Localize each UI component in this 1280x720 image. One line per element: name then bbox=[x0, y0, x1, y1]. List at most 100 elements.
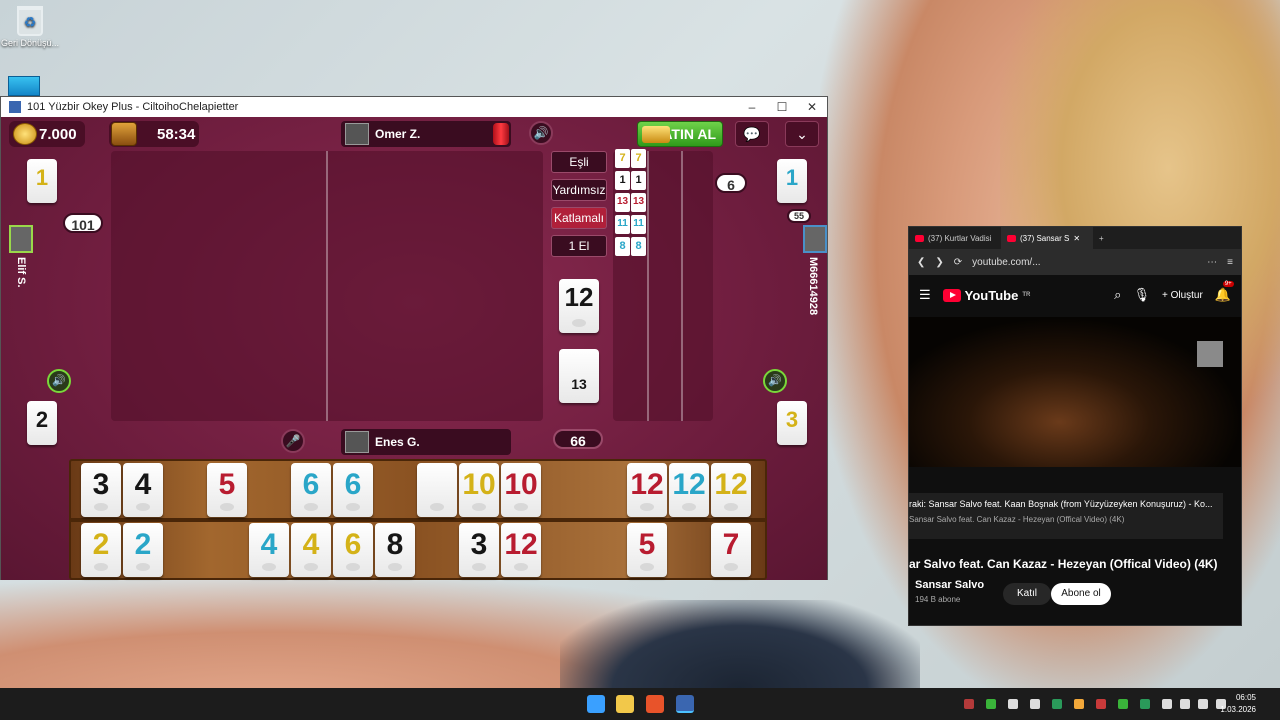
tile-value: 10 bbox=[462, 468, 496, 501]
playlist-up-next[interactable]: raki: Sansar Salvo feat. Kaan Boşnak (fr… bbox=[909, 493, 1223, 539]
rack-bottom-tile[interactable]: 4 bbox=[249, 523, 289, 577]
chat-button[interactable]: 💬 bbox=[735, 121, 769, 147]
left-player-avatar[interactable] bbox=[9, 225, 33, 253]
rack-top-tile[interactable]: 12 bbox=[711, 463, 751, 517]
sound-toggle-button[interactable]: 🔊 bbox=[529, 121, 553, 145]
back-icon[interactable]: ❮ bbox=[917, 257, 925, 268]
gold-bars-icon bbox=[642, 126, 670, 143]
tile-dot bbox=[430, 503, 444, 511]
tray-app-icon[interactable] bbox=[1030, 699, 1040, 709]
rack-top-tile[interactable]: 12 bbox=[669, 463, 709, 517]
microphone-icon[interactable]: 🎙 bbox=[1133, 287, 1150, 303]
microphone-button[interactable]: 🎤 bbox=[281, 429, 305, 453]
tray-app-icon[interactable] bbox=[1096, 699, 1106, 709]
rack-bottom-tile[interactable]: 8 bbox=[375, 523, 415, 577]
game-timer: 58:34 bbox=[109, 121, 199, 147]
mini-tile: 1 bbox=[615, 171, 630, 190]
rack-top-tile[interactable]: 4 bbox=[123, 463, 163, 517]
tile-dot bbox=[136, 563, 150, 571]
tray-app-icon[interactable] bbox=[964, 699, 974, 709]
tile-dot bbox=[304, 503, 318, 511]
bottom-player-plate[interactable]: Enes G. bbox=[341, 429, 511, 455]
board-divider bbox=[326, 151, 328, 421]
right-bottom-discard-tile[interactable]: 3 bbox=[777, 401, 807, 445]
rack-top-tile[interactable]: 3 bbox=[81, 463, 121, 517]
tile-value: 4 bbox=[134, 468, 152, 501]
forward-icon[interactable]: ❯ bbox=[935, 257, 943, 268]
youtube-logo[interactable]: YouTube TR bbox=[942, 288, 1030, 303]
right-player-sound-button[interactable]: 🔊 bbox=[763, 369, 787, 393]
tray-app-icon[interactable] bbox=[986, 699, 996, 709]
new-tab-icon[interactable]: + bbox=[1099, 234, 1104, 243]
left-top-discard-tile[interactable]: 1 bbox=[27, 159, 57, 203]
tile-value: 1 bbox=[785, 165, 799, 190]
tile-value: 10 bbox=[504, 468, 538, 501]
rack-bottom-tile[interactable]: 6 bbox=[333, 523, 373, 577]
notifications-bell-icon[interactable]: 🔔 9+ bbox=[1215, 281, 1234, 303]
left-player-sound-button[interactable]: 🔊 bbox=[47, 369, 71, 393]
subscribe-button[interactable]: Abone ol bbox=[1051, 583, 1111, 605]
rack-bottom-tile[interactable]: 2 bbox=[123, 523, 163, 577]
rack-bottom-tile[interactable]: 2 bbox=[81, 523, 121, 577]
tile-dot bbox=[472, 563, 486, 571]
hamburger-menu-icon[interactable]: ☰ bbox=[919, 287, 931, 303]
rack-top-tile[interactable]: 10 bbox=[459, 463, 499, 517]
desktop-app-shortcut-icon[interactable] bbox=[8, 76, 40, 96]
close-button[interactable]: ✕ bbox=[797, 100, 827, 114]
join-button[interactable]: Katıl bbox=[1003, 583, 1051, 605]
rack-bottom-tile[interactable]: 4 bbox=[291, 523, 331, 577]
rack-top-tile[interactable]: 12 bbox=[627, 463, 667, 517]
file-explorer-icon[interactable] bbox=[616, 695, 634, 713]
tray-app-icon[interactable] bbox=[1052, 699, 1062, 709]
mini-tile: 11 bbox=[631, 215, 646, 234]
mode-1-el: 1 El bbox=[551, 235, 607, 257]
buy-button[interactable]: SATIN AL bbox=[637, 121, 723, 147]
volume-icon[interactable] bbox=[1198, 699, 1208, 709]
tile-value: 7 bbox=[722, 528, 740, 561]
search-icon[interactable]: ⌕ bbox=[1114, 287, 1121, 303]
create-button[interactable]: + Oluştur bbox=[1162, 290, 1203, 301]
left-bottom-discard-tile[interactable]: 2 bbox=[27, 401, 57, 445]
url-field[interactable]: youtube.com/... bbox=[972, 257, 1197, 268]
tab-kurtlar-vadisi[interactable]: (37) Kurtlar Vadisi bbox=[909, 227, 1001, 249]
rack-top-tile[interactable] bbox=[417, 463, 457, 517]
rack-top-tile[interactable]: 6 bbox=[333, 463, 373, 517]
game-window-titlebar[interactable]: 101 Yüzbir Okey Plus - CiltoihoChelapiet… bbox=[1, 97, 827, 117]
wifi-icon[interactable] bbox=[1180, 699, 1190, 709]
draw-pile[interactable]: 13 bbox=[559, 349, 599, 403]
channel-name[interactable]: Sansar Salvo bbox=[915, 579, 984, 591]
tray-app-icon[interactable] bbox=[1162, 699, 1172, 709]
tray-app-icon[interactable] bbox=[1140, 699, 1150, 709]
right-top-discard-tile[interactable]: 1 bbox=[777, 159, 807, 203]
extensions-icon[interactable]: ⋯ bbox=[1207, 257, 1217, 268]
recycle-bin-shortcut[interactable]: ♻ Geri Dönüşü... bbox=[0, 6, 60, 48]
tray-app-icon[interactable] bbox=[1118, 699, 1128, 709]
recycle-bin-icon: ♻ bbox=[17, 6, 43, 36]
video-player[interactable] bbox=[909, 317, 1241, 467]
right-score-badge: 6 bbox=[715, 173, 747, 193]
brave-browser-icon[interactable] bbox=[646, 695, 664, 713]
tray-app-icon[interactable] bbox=[1074, 699, 1084, 709]
right-player-avatar[interactable] bbox=[803, 225, 827, 253]
menu-dropdown-button[interactable]: ⌄ bbox=[785, 121, 819, 147]
reload-icon[interactable]: ⟳ bbox=[954, 257, 962, 268]
video-overlay-thumbnail[interactable] bbox=[1197, 341, 1223, 367]
rack-bottom-tile[interactable]: 5 bbox=[627, 523, 667, 577]
start-icon[interactable] bbox=[587, 695, 605, 713]
rack-bottom-tile[interactable]: 3 bbox=[459, 523, 499, 577]
rack-top-tile[interactable]: 5 bbox=[207, 463, 247, 517]
minimize-button[interactable]: – bbox=[737, 100, 767, 114]
rack-bottom-tile[interactable]: 12 bbox=[501, 523, 541, 577]
tab-close-icon[interactable]: ✕ bbox=[1073, 234, 1080, 243]
browser-menu-icon[interactable]: ≡ bbox=[1227, 257, 1233, 268]
okey-game-icon[interactable] bbox=[676, 695, 694, 713]
rack-top-tile[interactable]: 6 bbox=[291, 463, 331, 517]
top-player-plate[interactable]: Omer Z. bbox=[341, 121, 511, 147]
tray-app-icon[interactable] bbox=[1008, 699, 1018, 709]
rack-top-tile[interactable]: 10 bbox=[501, 463, 541, 517]
rack-bottom-tile[interactable]: 7 bbox=[711, 523, 751, 577]
tab-sansar-salvo[interactable]: (37) Sansar S ✕ bbox=[1001, 227, 1093, 249]
system-clock[interactable]: 06:05 1.03.2026 bbox=[1220, 692, 1256, 716]
maximize-button[interactable]: ☐ bbox=[767, 100, 797, 114]
clock-date: 1.03.2026 bbox=[1220, 705, 1256, 714]
